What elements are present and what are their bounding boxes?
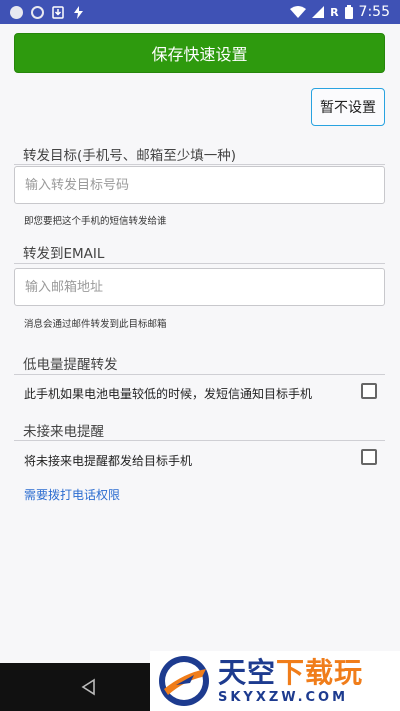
- email-input[interactable]: [14, 268, 385, 306]
- low-battery-section-title: 低电量提醒转发: [23, 357, 118, 373]
- back-icon[interactable]: [80, 678, 98, 696]
- low-battery-checkbox[interactable]: [361, 383, 377, 399]
- call-permission-link[interactable]: 需要拨打电话权限: [24, 486, 120, 503]
- status-bar-left: [10, 5, 85, 19]
- missed-call-checkbox[interactable]: [361, 449, 377, 465]
- download-icon: [52, 5, 64, 19]
- status-bar-right: R 7:55: [290, 4, 390, 20]
- target-hint: 即您要把这个手机的短信转发给谁: [24, 216, 167, 227]
- watermark-title-b: 下载玩: [276, 655, 364, 689]
- section-divider: [14, 440, 385, 441]
- watermark-title-a: 天空: [218, 655, 277, 689]
- watermark-text: 天空下载玩 SKYXZW.COM: [218, 655, 364, 705]
- low-battery-option-label: 此手机如果电池电量较低的时候，发短信通知目标手机: [24, 387, 313, 401]
- watermark-logo-icon: [159, 656, 209, 706]
- clock: 7:55: [358, 4, 390, 20]
- email-section-title: 转发到EMAIL: [23, 246, 105, 262]
- circle-outline-icon: [31, 5, 44, 19]
- signal-icon: [312, 6, 325, 18]
- bolt-icon: [74, 5, 83, 19]
- wifi-icon: [290, 6, 307, 18]
- missed-call-section-title: 未接来电提醒: [23, 424, 104, 440]
- watermark: 天空下载玩 SKYXZW.COM: [150, 651, 400, 711]
- battery-icon: [344, 5, 353, 19]
- save-settings-button[interactable]: 保存快速设置: [14, 33, 385, 73]
- network-label: R: [330, 5, 339, 19]
- section-divider: [14, 164, 385, 165]
- email-hint: 消息会通过邮件转发到此目标邮箱: [24, 319, 167, 330]
- missed-call-option-label: 将未接来电提醒都发给目标手机: [24, 454, 193, 468]
- target-section-title: 转发目标(手机号、邮箱至少填一种): [23, 148, 237, 164]
- section-divider: [14, 263, 385, 264]
- skip-settings-button[interactable]: 暂不设置: [311, 88, 385, 126]
- section-divider: [14, 374, 385, 375]
- status-bar: R 7:55: [0, 0, 400, 24]
- circle-icon: [10, 5, 23, 19]
- target-number-input[interactable]: [14, 166, 385, 204]
- watermark-title: 天空下载玩: [218, 655, 364, 689]
- watermark-domain: SKYXZW.COM: [218, 689, 349, 705]
